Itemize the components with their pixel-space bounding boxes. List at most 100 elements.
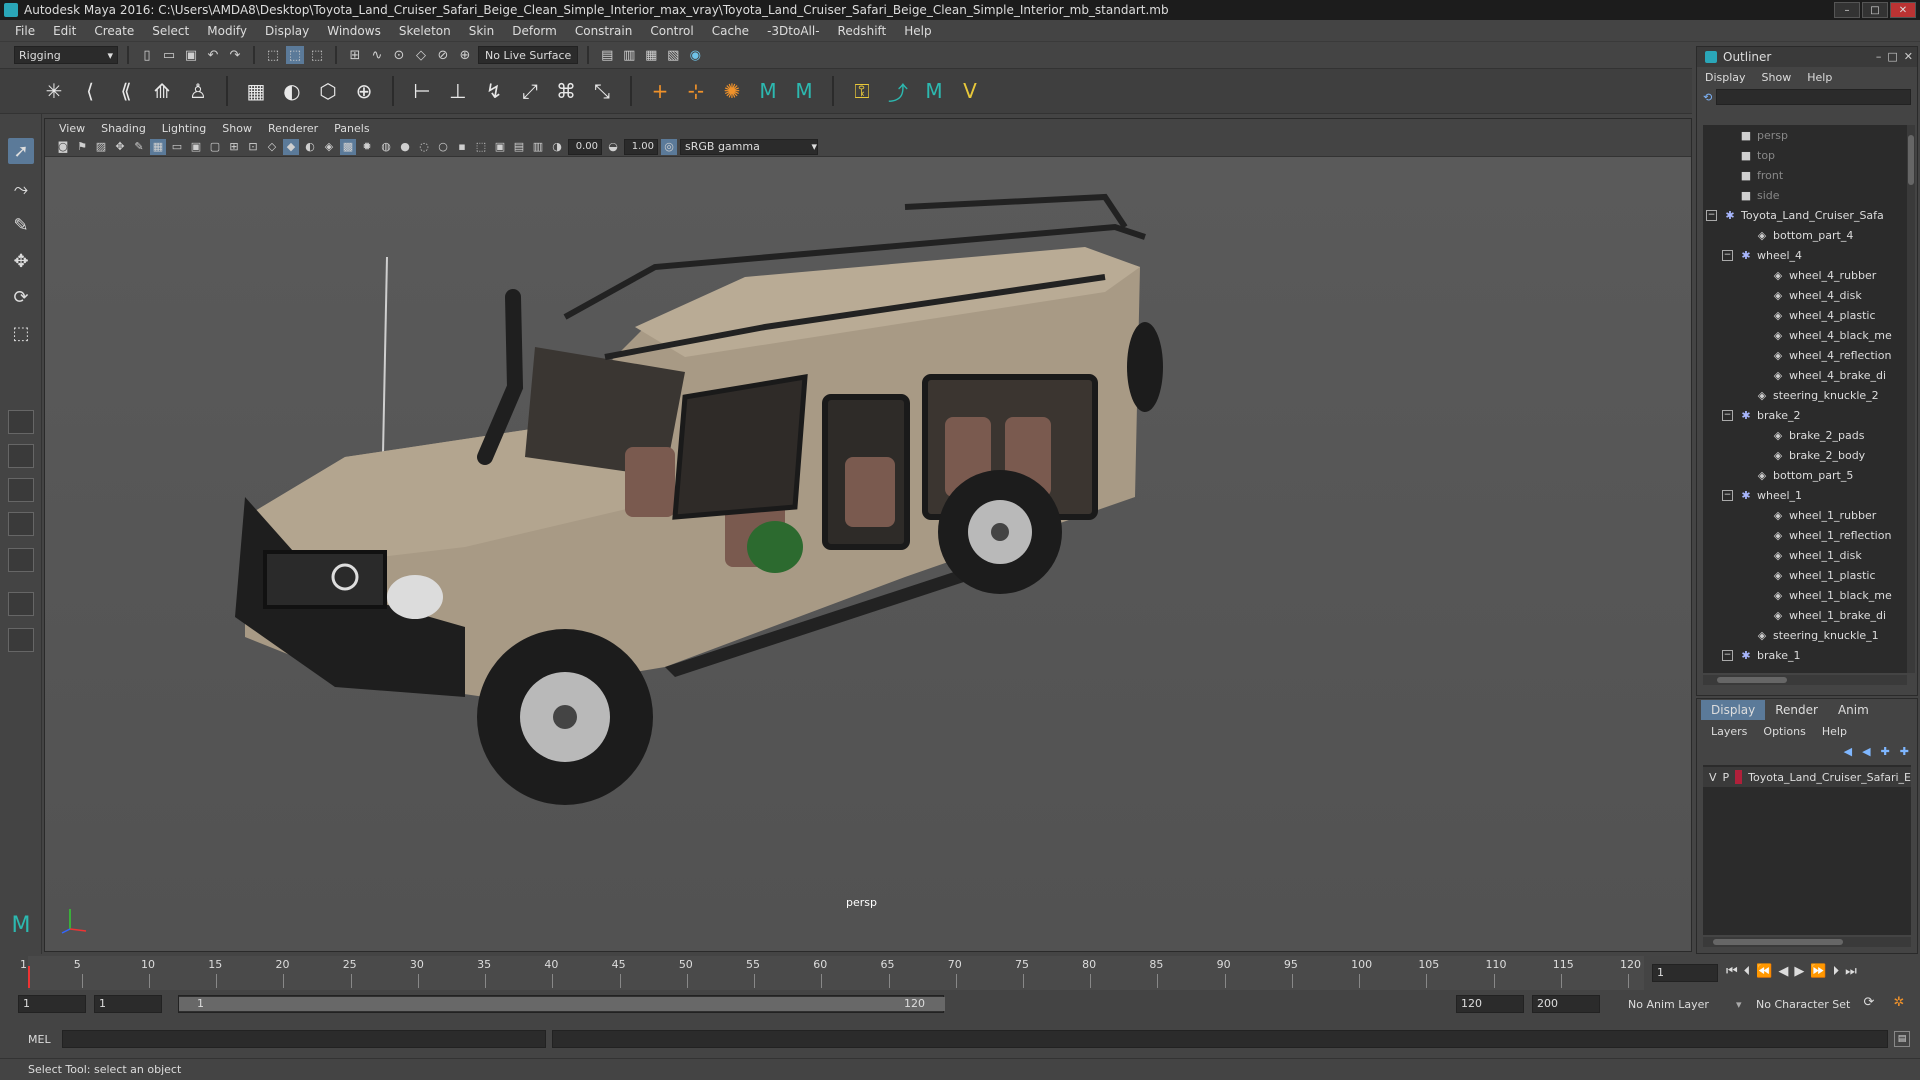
outliner-search-input[interactable] (1716, 89, 1911, 105)
playback-start-field[interactable]: 1 (94, 995, 162, 1013)
resolution-gate-icon[interactable]: ▣ (188, 139, 204, 155)
tab-display[interactable]: Display (1701, 700, 1766, 720)
scroll-thumb[interactable] (1717, 677, 1787, 683)
film-gate-icon[interactable]: ▭ (169, 139, 185, 155)
collapse-toggle-icon[interactable]: − (1722, 249, 1733, 261)
xray-active-icon[interactable]: ▤ (511, 139, 527, 155)
script-editor-icon[interactable]: ▤ (1894, 1031, 1910, 1047)
play-forwards-icon[interactable]: ▶ (1794, 964, 1804, 979)
maximize-icon[interactable]: □ (1887, 50, 1897, 63)
menu-select[interactable]: Select (143, 20, 198, 42)
gamma-icon[interactable]: ◒ (605, 139, 621, 155)
time-slider[interactable]: 1 5 10 15 20 25 30 35 40 45 50 55 60 65 70 75 80 85 90 95 10… (0, 956, 1920, 990)
snap-projected-icon[interactable]: ⊕ (456, 46, 474, 64)
grease-pencil-icon[interactable]: ✎ (131, 139, 147, 155)
playback-end-field[interactable]: 120 (1456, 995, 1524, 1013)
hik-icon[interactable]: M (754, 77, 782, 105)
render-settings-icon[interactable]: ▤ (598, 46, 616, 64)
select-tool-icon[interactable]: ➚ (8, 138, 34, 164)
command-input[interactable] (62, 1030, 546, 1048)
outliner-item[interactable]: ◈ wheel_1_black_me (1703, 585, 1907, 605)
orient-constraint-icon[interactable]: ✺ (718, 77, 746, 105)
panel-menu-renderer[interactable]: Renderer (260, 122, 326, 135)
color-management-icon[interactable]: ◎ (661, 138, 677, 155)
menu-control[interactable]: Control (641, 20, 702, 42)
cluster-icon[interactable]: ⊕ (350, 77, 378, 105)
outliner-item[interactable]: ◈ wheel_1_disk (1703, 545, 1907, 565)
menu-3dtoall[interactable]: -3DtoAll- (758, 20, 828, 42)
layer-color-swatch[interactable] (1735, 770, 1743, 784)
time-ruler[interactable]: 1 5 10 15 20 25 30 35 40 45 50 55 60 65 70 75 80 85 90 95 10… (20, 956, 1644, 990)
set-driven-key-icon[interactable]: ⚿ (848, 77, 876, 105)
ik-curve-icon[interactable]: ↯ (480, 77, 508, 105)
outliner-item[interactable]: ◈ bottom_part_4 (1703, 225, 1907, 245)
range-bar[interactable]: 1 120 (178, 995, 945, 1013)
collapse-toggle-icon[interactable]: − (1722, 649, 1733, 661)
anim-layer-dropdown[interactable]: No Anim Layer (1628, 998, 1709, 1011)
step-forward-frame-icon[interactable]: ⏵ (1833, 964, 1840, 979)
range-handle[interactable] (179, 997, 945, 1011)
undo-icon[interactable]: ↶ (204, 46, 222, 64)
outliner-item[interactable]: ◈ wheel_4_disk (1703, 285, 1907, 305)
new-layer-selected-icon[interactable]: ✚ (1900, 745, 1909, 758)
xray-icon[interactable]: ▣ (492, 139, 508, 155)
outliner-item[interactable]: ◈ wheel_1_reflection (1703, 525, 1907, 545)
outliner-item[interactable]: ■ front (1703, 165, 1907, 185)
ik-spline-icon[interactable]: ⊥ (444, 77, 472, 105)
open-scene-icon[interactable]: ▭ (160, 46, 178, 64)
menu-cache[interactable]: Cache (703, 20, 758, 42)
wireframe-on-shaded-icon[interactable]: ◈ (321, 139, 337, 155)
outliner-item[interactable]: ◈ bottom_part_5 (1703, 465, 1907, 485)
gamma-field[interactable]: 1.00 (624, 138, 658, 155)
go-to-end-icon[interactable]: ⏭ (1845, 964, 1857, 979)
panel-menu-lighting[interactable]: Lighting (154, 122, 214, 135)
persp-graph-layout-button[interactable] (8, 512, 34, 536)
perspective-viewport[interactable] (45, 157, 1691, 951)
joint-tool-icon[interactable]: ✳ (40, 77, 68, 105)
outliner-item[interactable]: − ✱ brake_2 (1703, 405, 1907, 425)
outliner-item[interactable]: ◈ brake_2_body (1703, 445, 1907, 465)
collapse-toggle-icon[interactable]: − (1706, 209, 1717, 221)
ipr-render-icon[interactable]: ▦ (642, 46, 660, 64)
two-d-pan-icon[interactable]: ✥ (112, 139, 128, 155)
scale-tool-icon[interactable]: ⬚ (8, 320, 34, 346)
outliner-item[interactable]: − ✱ brake_1 (1703, 645, 1907, 665)
play-backwards-icon[interactable]: ◀ (1778, 964, 1788, 979)
insert-joint-icon[interactable]: ⟨ (76, 77, 104, 105)
outliner-menu-display[interactable]: Display (1705, 71, 1746, 84)
menu-constrain[interactable]: Constrain (566, 20, 642, 42)
outliner-item[interactable]: ◈ wheel_4_black_me (1703, 325, 1907, 345)
tab-anim[interactable]: Anim (1828, 700, 1879, 720)
motion-blur-icon[interactable]: ◌ (416, 139, 432, 155)
chevron-down-icon[interactable]: ▾ (1736, 998, 1742, 1011)
outliner-item[interactable]: ◈ wheel_4_rubber (1703, 265, 1907, 285)
go-to-start-icon[interactable]: ⏮ (1726, 964, 1738, 979)
animation-end-field[interactable]: 200 (1532, 995, 1600, 1013)
maximize-button[interactable]: □ (1862, 2, 1888, 18)
outliner-item[interactable]: − ✱ wheel_1 (1703, 485, 1907, 505)
exposure-icon[interactable]: ◑ (549, 139, 565, 155)
minimize-icon[interactable]: – (1876, 50, 1882, 63)
blend-shape-icon[interactable]: ⤴ (884, 77, 912, 105)
panel-menu-view[interactable]: View (51, 122, 93, 135)
minimize-button[interactable]: – (1834, 2, 1860, 18)
wireframe-icon[interactable]: ◇ (264, 139, 280, 155)
mirror-joint-icon[interactable]: ⟪ (112, 77, 140, 105)
outliner-item[interactable]: ◈ wheel_4_reflection (1703, 345, 1907, 365)
outliner-item[interactable]: ◈ steering_knuckle_2 (1703, 385, 1907, 405)
soft-mod-icon[interactable]: ⤢ (516, 77, 544, 105)
new-scene-icon[interactable]: ▯ (138, 46, 156, 64)
close-button[interactable]: ✕ (1890, 2, 1916, 18)
screen-space-ao-icon[interactable]: ● (397, 139, 413, 155)
aim-constraint-icon[interactable]: ⊹ (682, 77, 710, 105)
select-object-icon[interactable]: ⬚ (286, 46, 304, 64)
orient-joint-icon[interactable]: ⟰ (148, 77, 176, 105)
select-component-icon[interactable]: ⬚ (308, 46, 326, 64)
outliner-item[interactable]: ◈ wheel_4_brake_di (1703, 365, 1907, 385)
menu-display[interactable]: Display (256, 20, 318, 42)
lattice-icon[interactable]: ⬡ (314, 77, 342, 105)
quick-rig-icon[interactable]: ♙ (184, 77, 212, 105)
command-language-label[interactable]: MEL (28, 1033, 51, 1046)
exposure-field[interactable]: 0.00 (568, 138, 602, 155)
outliner-item[interactable]: ■ top (1703, 145, 1907, 165)
